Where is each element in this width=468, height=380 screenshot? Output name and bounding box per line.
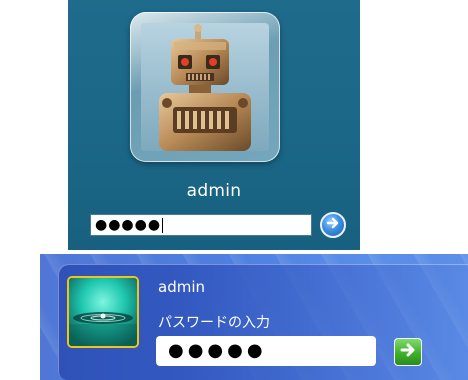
robot-avatar xyxy=(141,23,269,151)
xp-username-label: admin xyxy=(158,278,205,296)
xp-user-card[interactable]: admin パスワードの入力 ●●●●● xyxy=(58,264,468,380)
xp-submit-button[interactable] xyxy=(394,338,422,366)
vista-submit-button[interactable] xyxy=(320,212,346,238)
xp-password-mask: ●●●●● xyxy=(168,340,267,361)
screenshot-canvas: admin ●●●●● admin パスワードの入力 ●●●●● xyxy=(0,0,468,380)
xp-password-field[interactable]: ●●●●● xyxy=(156,336,376,366)
xp-logon-panel: admin パスワードの入力 ●●●●● xyxy=(40,254,468,380)
vista-logon-panel: admin ●●●●● xyxy=(68,0,360,250)
water-drop-avatar xyxy=(67,276,139,348)
vista-password-field[interactable]: ●●●●● xyxy=(90,214,312,236)
green-arrow-icon xyxy=(399,341,417,363)
user-tile[interactable] xyxy=(130,12,280,162)
text-caret xyxy=(162,217,164,233)
arrow-right-circle-icon xyxy=(325,215,341,235)
vista-username-label: admin xyxy=(186,181,242,201)
vista-password-mask: ●●●●● xyxy=(95,217,162,233)
password-prompt-label: パスワードの入力 xyxy=(158,315,270,331)
